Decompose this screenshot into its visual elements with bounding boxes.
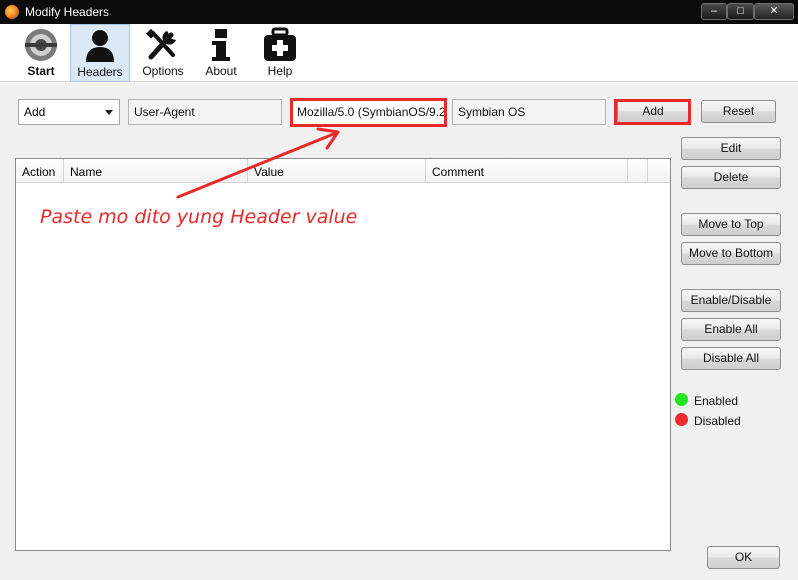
headers-person-icon xyxy=(86,30,114,62)
toolbar-headers[interactable]: Headers xyxy=(70,24,130,82)
toolbar-help[interactable]: Help xyxy=(256,24,304,82)
action-select-value: Add xyxy=(24,105,46,119)
toolbar-start[interactable]: Start xyxy=(16,24,66,82)
comment-field[interactable]: Symbian OS xyxy=(452,99,606,125)
disable-all-button[interactable]: Disable All xyxy=(681,347,781,370)
column-comment[interactable]: Comment xyxy=(426,159,628,183)
toolbar-options[interactable]: Options xyxy=(136,24,190,82)
toolbar-about-label: About xyxy=(205,64,237,78)
disabled-label: Disabled xyxy=(694,414,741,428)
toolbar-headers-label: Headers xyxy=(77,65,123,79)
add-highlight-box xyxy=(614,99,691,125)
header-name-field[interactable]: User-Agent xyxy=(128,99,282,125)
value-highlight-box xyxy=(290,98,447,127)
column-value[interactable]: Value xyxy=(248,159,426,183)
minimize-button[interactable]: ‒ xyxy=(701,3,727,20)
enabled-status-dot xyxy=(675,393,688,406)
wrench-screwdriver-icon xyxy=(146,28,176,60)
ok-button[interactable]: OK xyxy=(707,546,780,569)
toolbar-about[interactable]: About xyxy=(197,24,245,82)
column-spacer xyxy=(628,159,648,183)
info-icon xyxy=(212,29,230,61)
column-action[interactable]: Action xyxy=(16,159,64,183)
start-icon xyxy=(25,29,57,61)
reset-button[interactable]: Reset xyxy=(701,100,776,123)
toolbar: Start Headers Options About Help xyxy=(0,24,798,82)
firefox-icon xyxy=(5,5,19,19)
toolbar-options-label: Options xyxy=(142,64,184,78)
edit-button[interactable]: Edit xyxy=(681,137,781,160)
chevron-down-icon xyxy=(105,110,113,115)
enable-disable-button[interactable]: Enable/Disable xyxy=(681,289,781,312)
toolbar-start-label: Start xyxy=(27,64,55,78)
window-title: Modify Headers xyxy=(25,5,110,19)
move-to-top-button[interactable]: Move to Top xyxy=(681,213,781,236)
column-name[interactable]: Name xyxy=(64,159,248,183)
disabled-status-dot xyxy=(675,413,688,426)
enable-all-button[interactable]: Enable All xyxy=(681,318,781,341)
toolbar-help-label: Help xyxy=(267,64,293,78)
table-header: Action Name Value Comment xyxy=(16,159,670,183)
close-button[interactable]: ✕ xyxy=(754,3,794,20)
maximize-button[interactable]: □ xyxy=(727,3,754,20)
action-select[interactable]: Add xyxy=(18,99,120,125)
annotation-text: Paste mo dito yung Header value xyxy=(40,206,358,228)
title-bar: Modify Headers ‒ □ ✕ xyxy=(0,0,798,24)
enabled-label: Enabled xyxy=(694,394,739,408)
delete-button[interactable]: Delete xyxy=(681,166,781,189)
first-aid-kit-icon xyxy=(264,27,296,61)
move-to-bottom-button[interactable]: Move to Bottom xyxy=(681,242,781,265)
headers-panel: Add User-Agent Mozilla/5.0 (SymbianOS/9.… xyxy=(0,83,798,580)
